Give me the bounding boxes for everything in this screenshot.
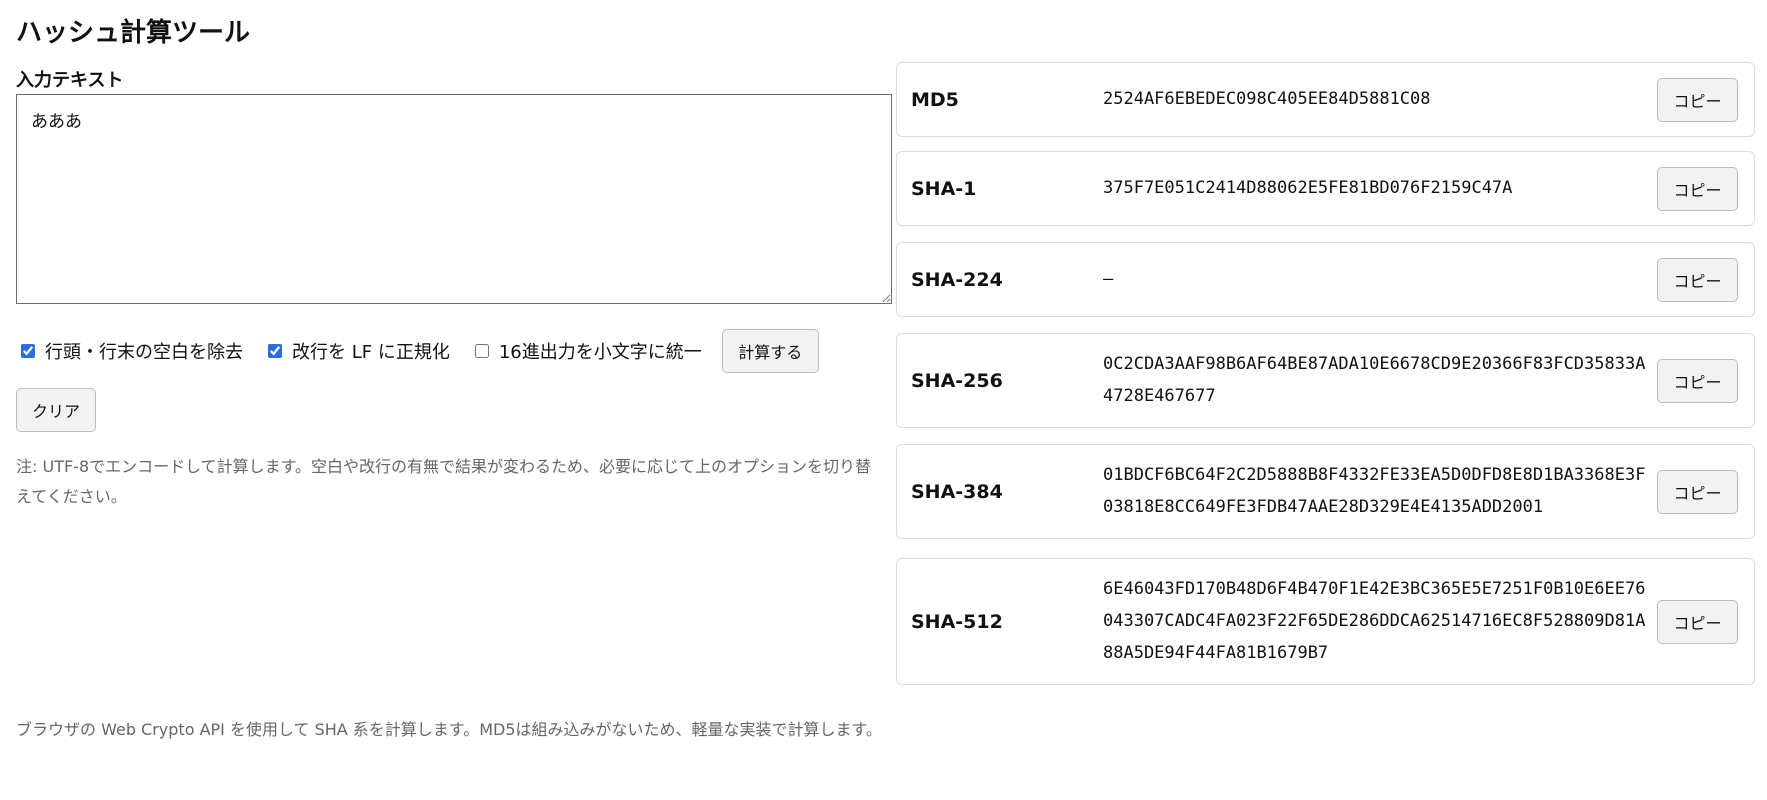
algorithm-name: MD5: [911, 88, 959, 111]
hash-value: 0C2CDA3AAF98B6AF64BE87ADA10E6678CD9E2036…: [1103, 354, 1646, 406]
copy-button-md5[interactable]: コピー: [1657, 77, 1738, 122]
hash-value: 01BDCF6BC64F2C2D5888B8F4332FE33EA5D0DFD8…: [1103, 465, 1646, 517]
result-card-sha1: SHA-1 375F7E051C2414D88062E5FE81BD076F21…: [896, 151, 1755, 226]
lowercase-label: 16進出力を小文字に統一: [498, 342, 702, 363]
copy-button-sha384[interactable]: コピー: [1657, 469, 1738, 514]
copy-button-sha224[interactable]: コピー: [1657, 257, 1738, 302]
hash-value: 6E46043FD170B48D6F4B470F1E42E3BC365E5E72…: [1103, 579, 1646, 663]
footer-note: ブラウザの Web Crypto API を使用して SHA 系を計算します。M…: [16, 720, 882, 739]
result-card-sha256: SHA-256 0C2CDA3AAF98B6AF64BE87ADA10E6678…: [896, 333, 1755, 428]
option-normalize-lf[interactable]: 改行を LF に正規化: [263, 338, 450, 364]
copy-button-sha512[interactable]: コピー: [1657, 599, 1738, 644]
calculate-button[interactable]: 計算する: [721, 329, 819, 373]
algorithm-name: SHA-256: [911, 369, 1003, 392]
hash-tool-page: ハッシュ計算ツール 入力テキスト あああ 行頭・行末の空白を除去 改行を LF …: [0, 0, 1767, 800]
copy-button-sha256[interactable]: コピー: [1657, 358, 1738, 403]
option-lowercase[interactable]: 16進出力を小文字に統一: [470, 338, 702, 364]
trim-checkbox[interactable]: [21, 344, 35, 358]
hash-value: 375F7E051C2414D88062E5FE81BD076F2159C47A: [1103, 178, 1513, 198]
normalize-lf-label: 改行を LF に正規化: [292, 342, 450, 363]
algorithm-name: SHA-224: [911, 268, 1003, 291]
option-trim[interactable]: 行頭・行末の空白を除去: [16, 338, 243, 364]
algorithm-name: SHA-384: [911, 480, 1003, 503]
hash-value: –: [1103, 269, 1114, 289]
page-title: ハッシュ計算ツール: [16, 18, 251, 48]
result-card-sha384: SHA-384 01BDCF6BC64F2C2D5888B8F4332FE33E…: [896, 444, 1755, 539]
encoding-note: 注: UTF-8でエンコードして計算します。空白や改行の有無で結果が変わるため、…: [16, 457, 872, 506]
options-row: 行頭・行末の空白を除去 改行を LF に正規化 16進出力を小文字に統一 計算す…: [16, 329, 819, 373]
lowercase-checkbox[interactable]: [474, 344, 489, 358]
input-text-label: 入力テキスト: [16, 70, 124, 91]
input-textarea[interactable]: あああ: [16, 94, 892, 304]
result-card-md5: MD5 2524AF6EBEDEC098C405EE84D5881C08 コピー: [896, 62, 1755, 137]
algorithm-name: SHA-512: [911, 610, 1003, 633]
trim-label: 行頭・行末の空白を除去: [45, 342, 243, 363]
normalize-lf-checkbox[interactable]: [268, 344, 282, 358]
clear-button[interactable]: クリア: [16, 388, 96, 432]
copy-button-sha1[interactable]: コピー: [1657, 166, 1738, 211]
hash-value: 2524AF6EBEDEC098C405EE84D5881C08: [1103, 89, 1431, 109]
result-card-sha224: SHA-224 – コピー: [896, 242, 1755, 317]
result-card-sha512: SHA-512 6E46043FD170B48D6F4B470F1E42E3BC…: [896, 558, 1755, 685]
algorithm-name: SHA-1: [911, 177, 977, 200]
